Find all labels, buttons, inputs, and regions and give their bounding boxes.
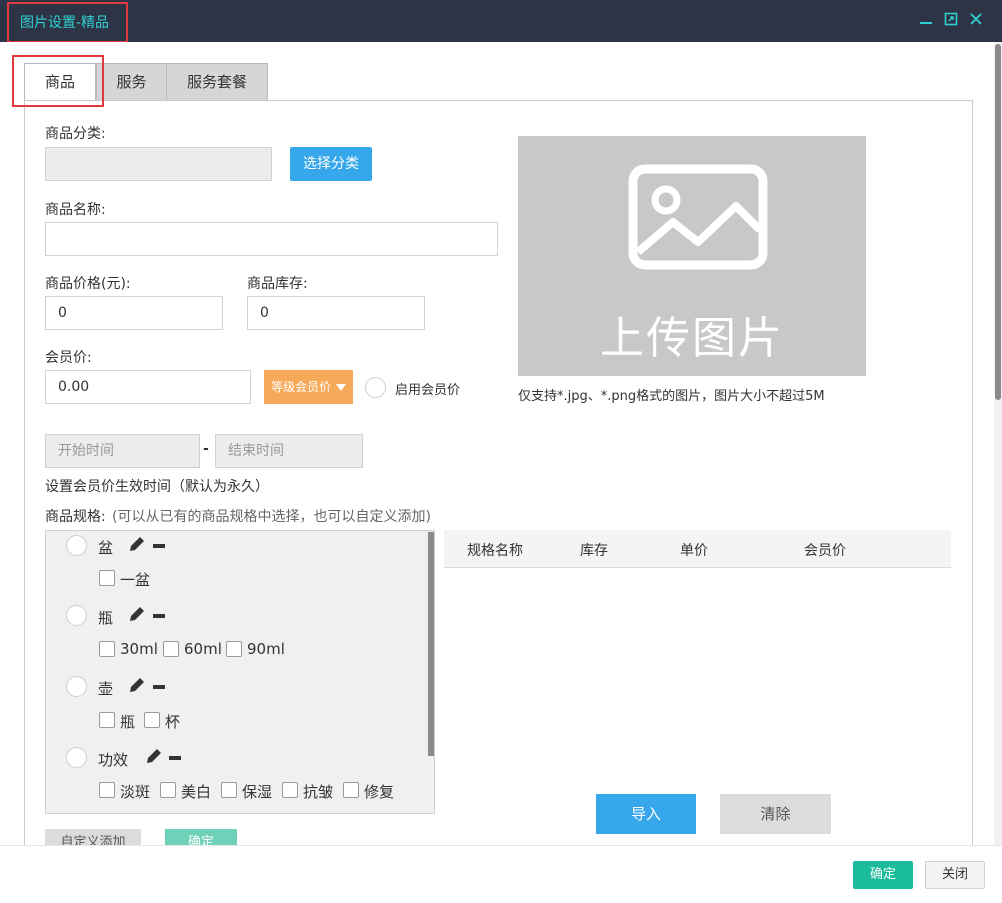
time-separator: - — [203, 441, 209, 457]
upload-image-area[interactable]: 上传图片 — [518, 136, 866, 376]
spec-option-label: 淡斑 — [120, 783, 151, 801]
time-hint: 设置会员价生效时间（默认为永久） — [45, 479, 269, 495]
enable-member-price-radio[interactable] — [365, 377, 386, 398]
spec-radio-pot[interactable] — [66, 676, 87, 697]
spec-option-checkbox[interactable] — [99, 570, 115, 586]
spec-option-checkbox[interactable] — [163, 641, 179, 657]
spec-name: 盆 — [98, 539, 114, 557]
spec-option-checkbox[interactable] — [343, 782, 359, 798]
spec-name: 壶 — [98, 680, 114, 698]
close-icon[interactable] — [967, 12, 985, 30]
spec-option-label: 保湿 — [242, 783, 273, 801]
spec-option-checkbox[interactable] — [226, 641, 242, 657]
remove-icon[interactable] — [153, 685, 165, 689]
clear-button[interactable]: 清除 — [720, 794, 831, 834]
spec-option-label: 90ml — [247, 640, 285, 658]
upload-image-text: 上传图片 — [600, 313, 784, 364]
column-header-stock: 库存 — [580, 543, 608, 559]
spec-option-label: 30ml — [120, 640, 158, 658]
spec-name: 功效 — [98, 751, 129, 769]
spec-option-label: 瓶 — [120, 713, 136, 731]
spec-option-checkbox[interactable] — [221, 782, 237, 798]
column-header-unit-price: 单价 — [680, 543, 708, 559]
member-price-label: 会员价: — [45, 350, 92, 366]
tab-goods[interactable]: 商品 — [24, 63, 96, 101]
edit-icon[interactable] — [128, 605, 146, 623]
price-input[interactable]: 0 — [45, 296, 223, 330]
end-time-input[interactable]: 结束时间 — [215, 434, 363, 468]
spec-option-checkbox[interactable] — [99, 782, 115, 798]
column-header-spec-name: 规格名称 — [467, 543, 523, 559]
name-label: 商品名称: — [45, 202, 106, 218]
spec-radio-effect[interactable] — [66, 747, 87, 768]
ok-button[interactable]: 确定 — [853, 861, 913, 889]
spec-radio-pen[interactable] — [66, 535, 87, 556]
edit-icon[interactable] — [128, 535, 146, 553]
upload-hint: 仅支持*.jpg、*.png格式的图片，图片大小不超过5M — [518, 389, 825, 404]
spec-option-label: 抗皱 — [303, 783, 334, 801]
spec-name: 瓶 — [98, 609, 114, 627]
spec-hint: (可以从已有的商品规格中选择，也可以自定义添加) — [112, 509, 431, 525]
spec-option-label: 杯 — [165, 713, 181, 731]
edit-icon[interactable] — [145, 747, 163, 765]
spec-table-header: 规格名称 库存 单价 会员价 — [444, 530, 951, 568]
column-header-member-price: 会员价 — [804, 543, 846, 559]
dialog-scrollbar-thumb[interactable] — [995, 44, 1001, 400]
price-label: 商品价格(元): — [45, 276, 131, 292]
start-time-input[interactable]: 开始时间 — [45, 434, 200, 468]
stock-label: 商品库存: — [247, 276, 308, 292]
image-icon — [628, 164, 768, 270]
spec-radio-bottle[interactable] — [66, 605, 87, 626]
spec-option-label: 美白 — [181, 783, 212, 801]
tab-service[interactable]: 服务 — [96, 63, 167, 101]
member-price-input[interactable]: 0.00 — [45, 370, 251, 404]
select-category-button[interactable]: 选择分类 — [290, 147, 372, 181]
remove-icon[interactable] — [153, 614, 165, 618]
spec-option-checkbox[interactable] — [160, 782, 176, 798]
remove-icon[interactable] — [153, 544, 165, 548]
grade-member-price-button[interactable]: 等级会员价 — [264, 370, 353, 404]
spec-option-checkbox[interactable] — [144, 712, 160, 728]
import-button[interactable]: 导入 — [596, 794, 696, 834]
spec-confirm-button[interactable]: 确定 — [165, 829, 237, 845]
spec-option-checkbox[interactable] — [99, 641, 115, 657]
title-bar: 图片设置-精品 — [0, 0, 1002, 42]
tab-service-package[interactable]: 服务套餐 — [166, 63, 268, 101]
close-button[interactable]: 关闭 — [925, 861, 985, 889]
spec-option-label: 60ml — [184, 640, 222, 658]
minimize-icon[interactable] — [917, 12, 935, 30]
start-time-placeholder: 开始时间 — [58, 443, 114, 459]
name-input[interactable] — [45, 222, 498, 256]
custom-add-button[interactable]: 自定义添加 — [45, 829, 141, 845]
caret-down-icon — [335, 384, 346, 391]
remove-icon[interactable] — [169, 756, 181, 760]
grade-member-price-label: 等级会员价 — [271, 380, 332, 394]
spec-list-scrollbar-thumb[interactable] — [428, 532, 434, 756]
spec-option-checkbox[interactable] — [282, 782, 298, 798]
dialog-footer — [0, 845, 1002, 903]
title-highlight-box — [7, 2, 128, 43]
category-label: 商品分类: — [45, 126, 106, 142]
end-time-placeholder: 结束时间 — [228, 443, 284, 459]
spec-option-label: 修复 — [364, 783, 395, 801]
edit-icon[interactable] — [128, 676, 146, 694]
enable-member-price-label: 启用会员价 — [395, 383, 461, 398]
stock-input[interactable]: 0 — [247, 296, 425, 330]
spec-label: 商品规格: — [45, 509, 106, 525]
spec-option-checkbox[interactable] — [99, 712, 115, 728]
spec-option-label: 一盆 — [120, 571, 151, 589]
maximize-icon[interactable] — [942, 12, 960, 30]
category-field — [45, 147, 272, 181]
dialog-window: 图片设置-精品 商品 服务 服务套餐 商品分类: 选择分类 商品名称: 商品价格… — [0, 0, 1002, 903]
